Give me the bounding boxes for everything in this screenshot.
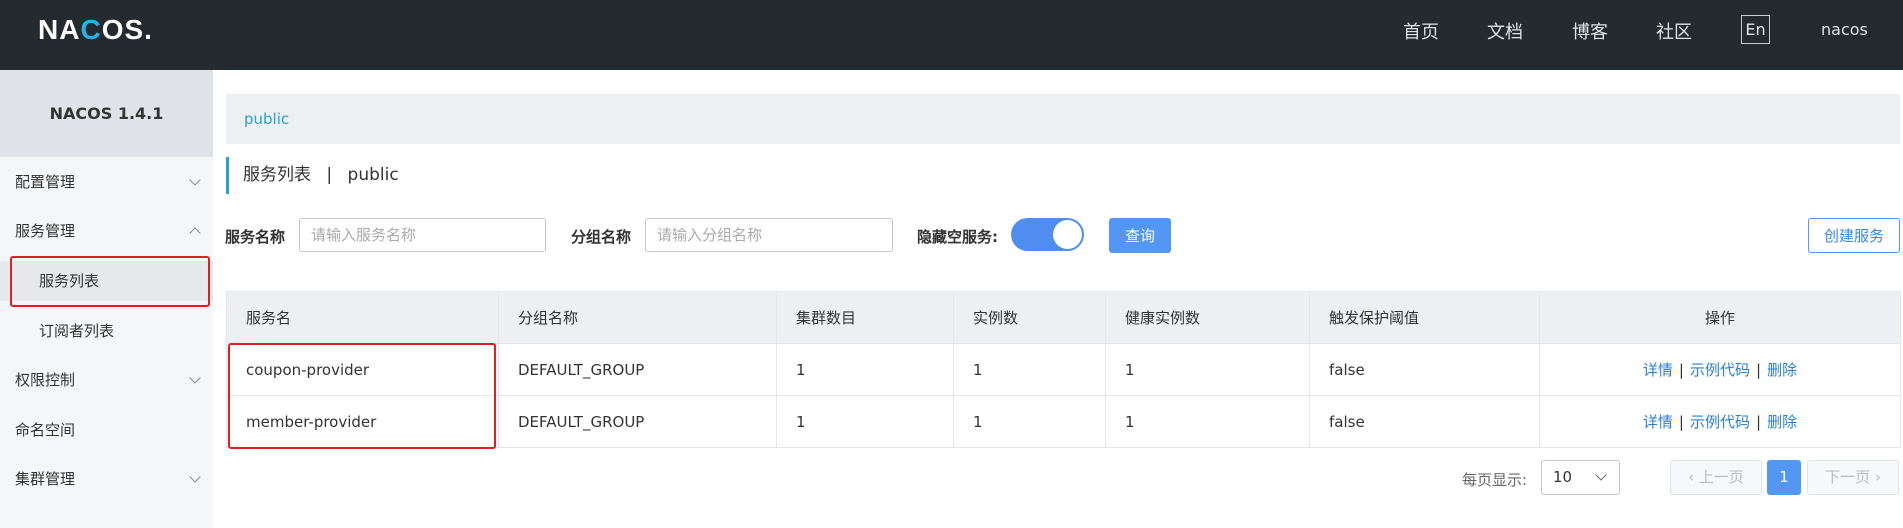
sidebar-item-access-control[interactable]: 权限控制: [0, 360, 213, 400]
chevron-down-icon: [1595, 469, 1607, 481]
sample-code-link[interactable]: 示例代码: [1690, 413, 1750, 431]
detail-link[interactable]: 详情: [1643, 413, 1673, 431]
page-number-current[interactable]: 1: [1767, 460, 1801, 495]
chevron-down-icon: [189, 372, 201, 384]
detail-link[interactable]: 详情: [1643, 361, 1673, 379]
column-header: 实例数: [953, 291, 1106, 344]
create-service-button[interactable]: 创建服务: [1808, 218, 1900, 253]
top-navbar: NACOS. 首页 文档 博客 社区 En nacos: [0, 0, 1903, 70]
page-title: 服务列表 | public: [226, 157, 399, 194]
hide-empty-services-toggle[interactable]: [1011, 218, 1084, 251]
version-label: NACOS 1.4.1: [0, 70, 213, 157]
group-name-cell: DEFAULT_GROUP: [498, 343, 777, 396]
sidebar-item-service-management[interactable]: 服务管理: [0, 211, 213, 251]
sidebar-item-label: 集群管理: [15, 470, 76, 488]
column-header: 服务名: [226, 291, 499, 344]
sidebar-item-label: 配置管理: [15, 173, 76, 191]
sidebar-item-config-management[interactable]: 配置管理: [0, 162, 213, 202]
namespace-breadcrumb[interactable]: public: [226, 94, 1900, 144]
chevron-right-icon: ›: [1870, 468, 1881, 486]
group-name-input[interactable]: [645, 218, 893, 252]
instance-count-cell: 1: [953, 395, 1106, 448]
protect-threshold-cell: false: [1309, 343, 1540, 396]
chevron-down-icon: [189, 471, 201, 483]
toggle-knob: [1053, 220, 1082, 249]
breadcrumb-namespace[interactable]: public: [244, 110, 289, 128]
column-header: 分组名称: [498, 291, 777, 344]
cluster-count-cell: 1: [776, 395, 954, 448]
hide-empty-services-label: 隐藏空服务:: [917, 228, 998, 246]
actions-cell: 详情 | 示例代码 | 删除: [1539, 395, 1901, 448]
service-name-label: 服务名称: [225, 228, 286, 246]
username[interactable]: nacos: [1821, 20, 1868, 39]
protect-threshold-cell: false: [1309, 395, 1540, 448]
nav-docs[interactable]: 文档: [1487, 18, 1523, 44]
sidebar-item-namespace[interactable]: 命名空间: [0, 410, 213, 450]
nav-community[interactable]: 社区: [1656, 18, 1692, 44]
column-header: 集群数目: [776, 291, 954, 344]
service-name-input[interactable]: [299, 218, 546, 252]
table-header-row: 服务名 分组名称 集群数目 实例数 健康实例数 触发保护阈值 操作: [226, 291, 1901, 344]
chevron-down-icon: [189, 174, 201, 186]
language-switch-button[interactable]: En: [1741, 15, 1770, 44]
highlight-box-sidebar: [10, 256, 210, 307]
actions-cell: 详情 | 示例代码 | 删除: [1539, 343, 1901, 396]
highlight-box-services: [228, 343, 496, 449]
sidebar-item-label: 权限控制: [15, 371, 76, 389]
sample-code-link[interactable]: 示例代码: [1690, 361, 1750, 379]
instance-count-cell: 1: [953, 343, 1106, 396]
sidebar-item-label: 命名空间: [15, 421, 76, 439]
sidebar-item-cluster-management[interactable]: 集群管理: [0, 459, 213, 499]
sidebar-item-label: 服务管理: [15, 222, 76, 240]
next-page-button[interactable]: 下一页 ›: [1807, 460, 1899, 495]
delete-link[interactable]: 删除: [1767, 413, 1797, 431]
nav-blog[interactable]: 博客: [1572, 18, 1608, 44]
group-name-cell: DEFAULT_GROUP: [498, 395, 777, 448]
prev-page-button[interactable]: ‹ 上一页: [1670, 460, 1762, 495]
sidebar-item-label: 订阅者列表: [39, 322, 115, 340]
group-name-label: 分组名称: [571, 228, 632, 246]
column-header: 触发保护阈值: [1309, 291, 1540, 344]
nav-home[interactable]: 首页: [1403, 18, 1439, 44]
delete-link[interactable]: 删除: [1767, 361, 1797, 379]
query-button[interactable]: 查询: [1109, 218, 1171, 253]
cluster-count-cell: 1: [776, 343, 954, 396]
column-header: 健康实例数: [1105, 291, 1310, 344]
chevron-up-icon: [189, 227, 201, 239]
healthy-instance-count-cell: 1: [1105, 395, 1310, 448]
per-page-label: 每页显示:: [1462, 471, 1528, 489]
healthy-instance-count-cell: 1: [1105, 343, 1310, 396]
per-page-select[interactable]: 10: [1541, 460, 1620, 495]
nacos-logo[interactable]: NACOS.: [38, 14, 153, 46]
sidebar-item-subscriber-list[interactable]: 订阅者列表: [0, 311, 213, 351]
chevron-left-icon: ‹: [1688, 468, 1699, 486]
column-header: 操作: [1539, 291, 1901, 344]
